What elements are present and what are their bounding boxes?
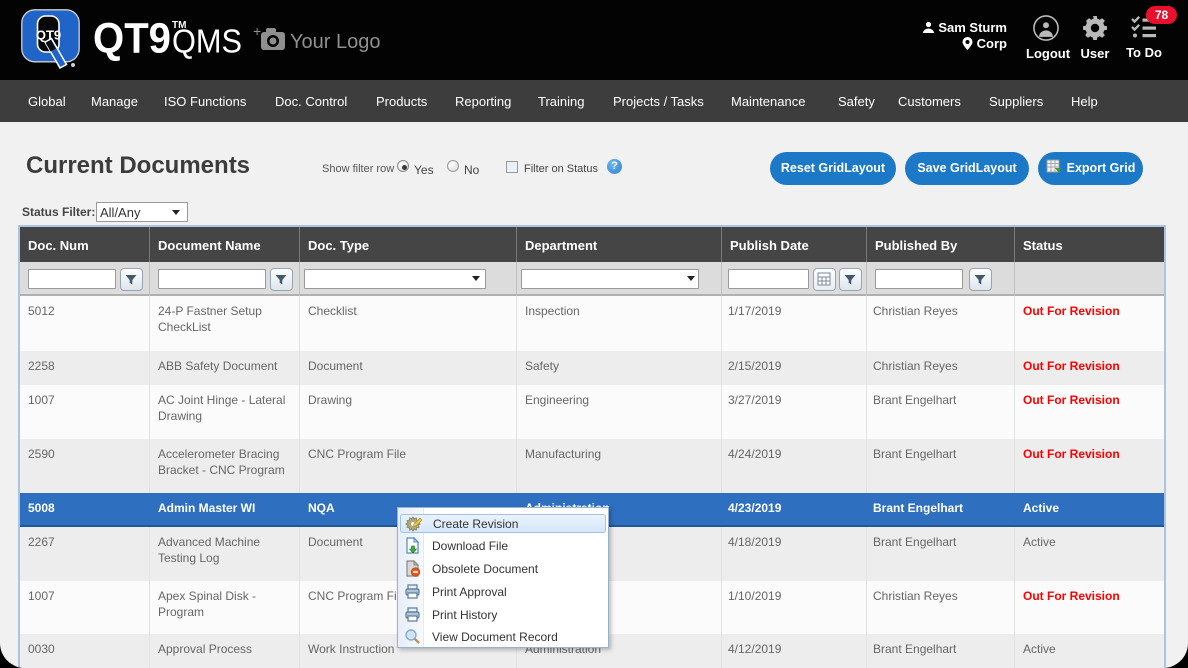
svg-text:+: + xyxy=(253,24,261,39)
svg-text:QT9: QT9 xyxy=(36,28,61,43)
svg-text:QT9: QT9 xyxy=(93,15,171,63)
svg-text:QMS: QMS xyxy=(172,23,242,60)
